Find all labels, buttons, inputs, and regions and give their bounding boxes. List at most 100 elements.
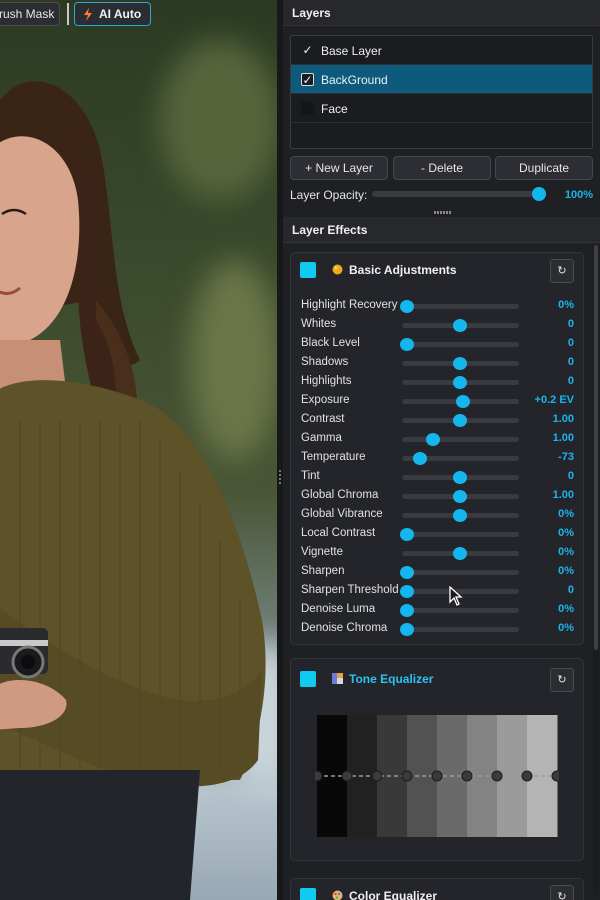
- slider-value: 0%: [558, 508, 574, 520]
- slider-thumb[interactable]: [400, 300, 414, 313]
- effect-color-swatch[interactable]: [300, 671, 316, 687]
- layer-item-face[interactable]: Face: [291, 94, 592, 123]
- slider-row: Whites 0: [291, 316, 585, 335]
- tone-equalizer-reset-button[interactable]: ↻: [550, 668, 574, 692]
- slider-track[interactable]: [402, 627, 519, 632]
- slider-label: Gamma: [301, 432, 342, 444]
- slider-row: Global Vibrance 0%: [291, 506, 585, 525]
- slider-value: 0%: [558, 565, 574, 577]
- slider-thumb[interactable]: [452, 547, 467, 560]
- tone-equalizer-card: Tone Equalizer ↻: [290, 658, 584, 861]
- layers-title: Layers: [292, 6, 331, 20]
- slider-thumb[interactable]: [400, 566, 414, 579]
- basic-adjustments-reset-button[interactable]: ↻: [550, 259, 574, 283]
- slider-track[interactable]: [402, 437, 519, 442]
- layer-visibility-checkbox[interactable]: ✓: [301, 73, 314, 87]
- slider-thumb[interactable]: [426, 433, 441, 446]
- portrait-photo: [0, 81, 266, 900]
- slider-track[interactable]: [402, 570, 519, 575]
- layer-label: BackGround: [321, 73, 388, 87]
- slider-value: 0%: [558, 299, 574, 311]
- tone-equalizer-graph[interactable]: [315, 715, 559, 837]
- layer-opacity-label: Layer Opacity:: [290, 188, 368, 202]
- layer-visibility-checkbox[interactable]: ✓: [301, 44, 314, 57]
- slider-row: Black Level 0: [291, 335, 585, 354]
- effects-scrollbar-thumb[interactable]: [594, 245, 598, 650]
- brush-mask-button[interactable]: rush Mask: [0, 2, 60, 26]
- slider-thumb[interactable]: [400, 528, 414, 541]
- tone-control-point[interactable]: [341, 770, 353, 782]
- palette-icon: [332, 264, 343, 275]
- slider-thumb[interactable]: [400, 604, 414, 617]
- layers-header: Layers: [283, 0, 600, 26]
- slider-row: Sharpen Threshold 0: [291, 582, 585, 601]
- delete-layer-button[interactable]: - Delete: [393, 156, 491, 180]
- slider-value: 0: [567, 337, 574, 349]
- tone-control-point[interactable]: [431, 770, 443, 782]
- slider-thumb[interactable]: [452, 471, 467, 484]
- slider-value: 0: [567, 584, 574, 596]
- slider-track[interactable]: [402, 304, 519, 309]
- slider-value: 0: [567, 356, 574, 368]
- color-equalizer-reset-button[interactable]: ↻: [550, 885, 574, 900]
- resize-grip-icon[interactable]: [434, 211, 452, 214]
- effect-color-swatch[interactable]: [300, 262, 316, 278]
- side-panel: Layers ✓ Base Layer ✓ BackGround Face + …: [283, 0, 600, 900]
- new-layer-button[interactable]: + New Layer: [290, 156, 388, 180]
- tone-control-point[interactable]: [521, 770, 533, 782]
- slider-thumb[interactable]: [452, 319, 467, 332]
- slider-row: Sharpen 0%: [291, 563, 585, 582]
- layer-opacity-slider[interactable]: [372, 191, 542, 197]
- splitter-grip-icon: [279, 470, 281, 486]
- layer-opacity-slider-thumb[interactable]: [532, 187, 546, 201]
- ai-auto-button[interactable]: AI Auto: [74, 2, 151, 26]
- slider-label: Exposure: [301, 394, 350, 406]
- slider-thumb[interactable]: [400, 585, 414, 598]
- layer-item-base-layer[interactable]: ✓ Base Layer: [291, 36, 592, 65]
- slider-thumb[interactable]: [452, 414, 467, 427]
- slider-label: Temperature: [301, 451, 366, 463]
- slider-value: 0: [567, 470, 574, 482]
- tone-control-point[interactable]: [315, 770, 323, 782]
- effects-scrollbar[interactable]: [593, 245, 599, 895]
- slider-label: Whites: [301, 318, 337, 330]
- tone-control-point[interactable]: [551, 770, 559, 782]
- slider-thumb[interactable]: [400, 338, 414, 351]
- reset-icon: ↻: [557, 265, 567, 277]
- brush-mask-label: rush Mask: [0, 7, 55, 21]
- slider-row: Shadows 0: [291, 354, 585, 373]
- layer-list: ✓ Base Layer ✓ BackGround Face: [290, 35, 593, 149]
- slider-label: Denoise Luma: [301, 603, 376, 615]
- slider-label: Vignette: [301, 546, 343, 558]
- slider-row: Exposure +0.2 EV: [291, 392, 585, 411]
- slider-label: Highlights: [301, 375, 352, 387]
- slider-thumb[interactable]: [452, 357, 467, 370]
- layer-visibility-checkbox[interactable]: [301, 102, 314, 115]
- tone-control-point[interactable]: [461, 770, 473, 782]
- slider-track[interactable]: [402, 532, 519, 537]
- slider-thumb[interactable]: [455, 395, 470, 408]
- canvas-toolbar: rush Mask AI Auto: [0, 0, 277, 30]
- tone-control-point[interactable]: [491, 770, 503, 782]
- layer-opacity-value: 100%: [564, 189, 593, 201]
- tone-control-point[interactable]: [371, 770, 383, 782]
- slider-value: 1.00: [552, 432, 574, 444]
- slider-thumb[interactable]: [452, 490, 467, 503]
- slider-thumb[interactable]: [452, 509, 467, 522]
- slider-row: Highlights 0: [291, 373, 585, 392]
- slider-value: 0%: [558, 546, 574, 558]
- layer-item-background[interactable]: ✓ BackGround: [291, 65, 592, 94]
- tone-control-point[interactable]: [401, 770, 413, 782]
- slider-row: Local Contrast 0%: [291, 525, 585, 544]
- effect-color-swatch[interactable]: [300, 888, 316, 900]
- duplicate-layer-button[interactable]: Duplicate: [495, 156, 593, 180]
- slider-thumb[interactable]: [412, 452, 427, 465]
- slider-track[interactable]: [402, 608, 519, 613]
- slider-thumb[interactable]: [400, 623, 414, 636]
- slider-row: Highlight Recovery 0%: [291, 297, 585, 316]
- slider-row: Denoise Luma 0%: [291, 601, 585, 620]
- slider-value: -73: [558, 451, 574, 463]
- photo-canvas[interactable]: rush Mask AI Auto: [0, 0, 277, 900]
- slider-thumb[interactable]: [452, 376, 467, 389]
- slider-track[interactable]: [402, 342, 519, 347]
